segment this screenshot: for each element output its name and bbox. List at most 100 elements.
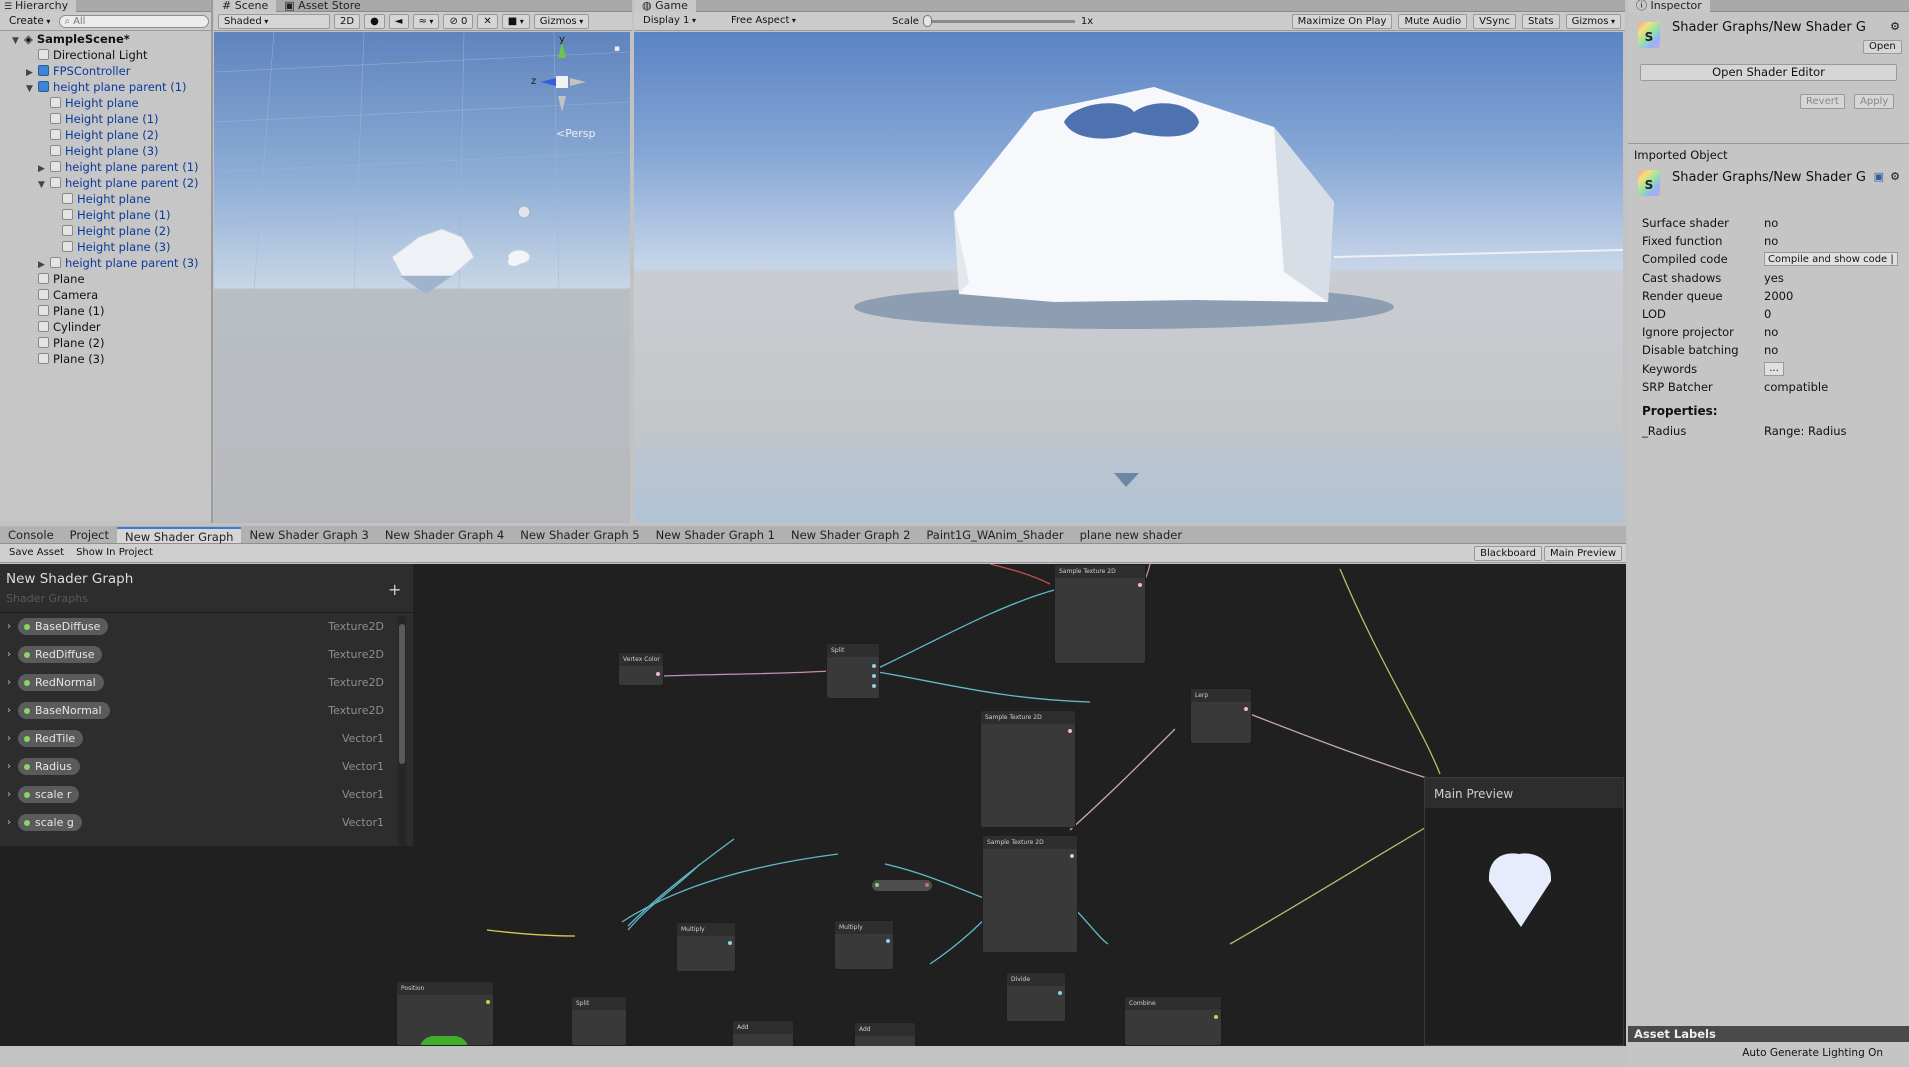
hierarchy-item[interactable]: Height plane (3) xyxy=(50,239,213,255)
persp-label[interactable]: <Persp xyxy=(556,127,595,140)
tab-paint1g-wanim-shader[interactable]: Paint1G_WAnim_Shader xyxy=(918,527,1071,543)
property-pill[interactable]: RedDiffuse xyxy=(18,646,103,663)
node-add-2[interactable]: Add xyxy=(854,1022,916,1046)
hierarchy-item[interactable]: Height plane (3) xyxy=(38,143,213,159)
tab-plane-new-shader[interactable]: plane new shader xyxy=(1072,527,1190,543)
help-icon[interactable]: ▣ xyxy=(1874,170,1884,183)
node-divide[interactable]: Divide xyxy=(1006,972,1066,1022)
expand-arrow-icon[interactable]: ▼ xyxy=(26,81,38,97)
expand-chevron-icon[interactable]: › xyxy=(0,789,18,800)
component-settings-icon[interactable]: ⚙ xyxy=(1890,170,1900,183)
show-in-project-button[interactable]: Show In Project xyxy=(71,546,158,561)
blackboard-property[interactable]: › scale r Vector1 xyxy=(0,783,410,806)
port-g[interactable] xyxy=(872,674,876,678)
expand-chevron-icon[interactable]: › xyxy=(0,705,18,716)
port-out[interactable] xyxy=(728,941,732,945)
maximize-on-play-toggle[interactable]: Maximize On Play xyxy=(1291,13,1393,29)
expand-arrow-icon[interactable]: ▼ xyxy=(38,177,50,193)
tab-new-shader-graph-3[interactable]: New Shader Graph 3 xyxy=(241,527,376,543)
blackboard-scrollbar[interactable] xyxy=(398,616,406,846)
hierarchy-item[interactable]: Plane (1) xyxy=(26,303,213,319)
node-lerp[interactable]: Lerp xyxy=(1190,688,1252,744)
audio-toggle-icon[interactable]: ◄ xyxy=(388,13,409,29)
expand-chevron-icon[interactable]: › xyxy=(0,733,18,744)
hierarchy-item[interactable]: Height plane xyxy=(50,191,213,207)
property-pill[interactable]: BaseNormal xyxy=(18,702,110,719)
tab-asset-store[interactable]: ▣ Asset Store xyxy=(276,0,369,12)
node-position[interactable]: Position xyxy=(396,981,494,1046)
node-multiply-2[interactable]: Multiply xyxy=(834,920,894,970)
blackboard-property[interactable]: › Radius Vector1 xyxy=(0,755,410,778)
property-out-port[interactable] xyxy=(925,883,929,887)
blackboard-property[interactable]: › RedNormal Texture2D xyxy=(0,671,410,694)
blackboard-property[interactable]: › RedTile Vector1 xyxy=(0,727,410,750)
expand-arrow-icon[interactable]: ▼ xyxy=(12,33,24,49)
port-out[interactable] xyxy=(486,1000,490,1004)
hierarchy-item[interactable]: Cylinder xyxy=(26,319,213,335)
node-add-1[interactable]: Add xyxy=(732,1020,794,1046)
open-button[interactable]: Open xyxy=(1863,40,1902,54)
scale-slider-thumb[interactable] xyxy=(922,14,932,27)
lock-icon[interactable]: ▪ xyxy=(614,44,620,54)
tab-project[interactable]: Project xyxy=(62,527,117,543)
hierarchy-item[interactable]: Height plane (2) xyxy=(38,127,213,143)
expand-chevron-icon[interactable]: › xyxy=(0,761,18,772)
port-out[interactable] xyxy=(1058,991,1062,995)
port-out[interactable] xyxy=(1244,707,1248,711)
lighting-toggle-icon[interactable]: ● xyxy=(364,13,385,29)
port-rgba[interactable] xyxy=(1214,1015,1218,1019)
blackboard-property[interactable]: › BaseDiffuse Texture2D xyxy=(0,615,410,638)
node-sample-texture-1[interactable]: Sample Texture 2D xyxy=(1054,564,1146,664)
node-split-1[interactable]: Split xyxy=(826,643,880,699)
mute-audio-toggle[interactable]: Mute Audio xyxy=(1398,13,1468,29)
apply-button[interactable]: Apply xyxy=(1854,94,1895,109)
expand-chevron-icon[interactable]: › xyxy=(0,677,18,688)
tab-hierarchy[interactable]: ☰ Hierarchy xyxy=(0,0,77,12)
camera-dropdown-icon[interactable]: ■ xyxy=(501,13,530,29)
create-button[interactable]: Create xyxy=(4,14,55,29)
hierarchy-item[interactable]: ▶ FPSController xyxy=(26,63,213,79)
hierarchy-item[interactable]: ▼ height plane parent (1) xyxy=(26,79,213,95)
hidden-objects-count[interactable]: ⊘ 0 xyxy=(443,13,474,29)
port-out[interactable] xyxy=(886,939,890,943)
tab-new-shader-graph-2[interactable]: New Shader Graph 2 xyxy=(783,527,918,543)
expand-chevron-icon[interactable]: › xyxy=(0,649,18,660)
property-pill[interactable]: scale r xyxy=(18,786,80,803)
open-shader-editor-button[interactable]: Open Shader Editor xyxy=(1640,64,1897,81)
tab-new-shader-graph-1[interactable]: New Shader Graph 1 xyxy=(648,527,783,543)
hierarchy-item[interactable]: Height plane (2) xyxy=(50,223,213,239)
port-rgba[interactable] xyxy=(1068,729,1072,733)
node-vertex-color[interactable]: Vertex Color xyxy=(618,652,664,686)
mode-2d-toggle[interactable]: 2D xyxy=(334,13,361,29)
node-sample-texture-3[interactable]: Sample Texture 2D xyxy=(982,835,1078,953)
node-multiply-1[interactable]: Multiply xyxy=(676,922,736,972)
save-asset-button[interactable]: Save Asset xyxy=(4,546,69,561)
shading-mode-dropdown[interactable]: Shaded xyxy=(218,13,330,29)
hierarchy-item[interactable]: Plane xyxy=(26,271,213,287)
port-r[interactable] xyxy=(872,664,876,668)
display-dropdown[interactable]: Display 1 xyxy=(638,14,720,29)
vsync-toggle[interactable]: VSync xyxy=(1473,13,1517,29)
header-settings-icon[interactable]: ⚙ xyxy=(1890,20,1900,33)
port-out[interactable] xyxy=(656,672,660,676)
scene-orientation-gizmo[interactable]: y z xyxy=(530,34,594,124)
hierarchy-item[interactable]: Directional Light xyxy=(26,47,213,63)
blackboard-property[interactable]: › RedDiffuse Texture2D xyxy=(0,643,410,666)
tab-inspector[interactable]: ⓘ Inspector xyxy=(1628,0,1710,12)
shader-graph-canvas[interactable]: New Shader Graph Shader Graphs + › BaseDi… xyxy=(0,564,1626,1046)
hierarchy-item[interactable]: ▼ height plane parent (2) xyxy=(38,175,213,191)
asset-labels-bar[interactable]: Asset Labels xyxy=(1628,1026,1909,1042)
main-preview-toggle[interactable]: Main Preview xyxy=(1544,545,1622,561)
search-input[interactable]: ⌕ All xyxy=(59,14,209,28)
property-pill[interactable]: RedNormal xyxy=(18,674,104,691)
keywords-button[interactable]: ... xyxy=(1764,361,1784,376)
property-pill[interactable]: Radius xyxy=(18,758,80,775)
property-pill[interactable]: BaseDiffuse xyxy=(18,618,109,635)
add-property-button[interactable]: + xyxy=(388,580,401,599)
property-pill[interactable]: scale g xyxy=(18,814,82,831)
blackboard[interactable]: New Shader Graph Shader Graphs + › BaseDi… xyxy=(0,564,413,846)
game-gizmos-dropdown[interactable]: Gizmos xyxy=(1565,13,1621,29)
tools-icon[interactable]: ✕ xyxy=(477,13,498,29)
tab-game[interactable]: ◍ Game xyxy=(634,0,696,12)
hierarchy-item[interactable]: Camera xyxy=(26,287,213,303)
